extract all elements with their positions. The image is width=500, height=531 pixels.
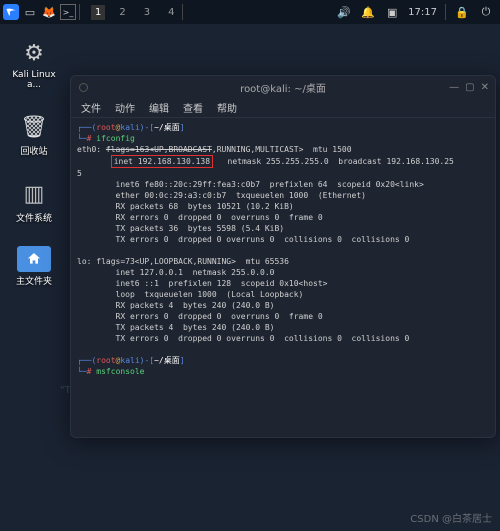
terminal-output[interactable]: ┌──(root@kali)-[~/桌面] └─# ifconfig eth0:… (71, 118, 495, 437)
terminal-title-text: root@kali: ~/桌面 (240, 80, 326, 95)
icon-label: 文件系统 (16, 211, 52, 224)
trash-icon: 🗑 (17, 112, 51, 142)
terminal-titlebar[interactable]: root@kali: ~/桌面 — ▢ ✕ (71, 76, 495, 98)
lock-icon[interactable]: 🔒 (454, 4, 470, 20)
desktop-filesystem[interactable]: ▥ 文件系统 (4, 179, 64, 224)
terminal-app-icon[interactable]: >_ (60, 4, 76, 20)
notification-icon[interactable]: 🔔 (360, 4, 376, 20)
kali-menu-icon[interactable] (3, 4, 19, 20)
terminal-menubar: 文件 动作 编辑 查看 帮助 (71, 98, 495, 118)
titlebar-left-icon (79, 83, 88, 92)
workspace-2[interactable]: 2 (115, 5, 129, 20)
firefox-icon[interactable]: 🦊 (41, 4, 57, 20)
volume-icon[interactable]: 🔊 (336, 4, 352, 20)
icon-label: Kali Linux a... (4, 70, 64, 90)
desktop-trash[interactable]: 🗑 回收站 (4, 112, 64, 157)
watermark: CSDN @白茶居士 (410, 510, 492, 525)
close-icon[interactable]: ✕ (481, 82, 489, 93)
disk-icon: ▥ (17, 179, 51, 209)
icon-label: 主文件夹 (16, 274, 52, 287)
clock[interactable]: 17:17 (408, 7, 437, 18)
menu-file[interactable]: 文件 (81, 100, 101, 115)
menu-help[interactable]: 帮助 (217, 100, 237, 115)
workspace-3[interactable]: 3 (140, 5, 154, 20)
terminal-window[interactable]: root@kali: ~/桌面 — ▢ ✕ 文件 动作 编辑 查看 帮助 ┌──… (70, 75, 496, 438)
desktop-kali-app[interactable]: ⚙ Kali Linux a... (4, 38, 64, 90)
menu-actions[interactable]: 动作 (115, 100, 135, 115)
minimize-icon[interactable]: — (449, 82, 459, 93)
menu-edit[interactable]: 编辑 (149, 100, 169, 115)
gear-icon: ⚙ (17, 38, 51, 68)
menu-view[interactable]: 查看 (183, 100, 203, 115)
home-folder-icon (17, 246, 51, 272)
desktop-icons: ⚙ Kali Linux a... 🗑 回收站 ▥ 文件系统 主文件夹 (4, 38, 64, 309)
workspace-1[interactable]: 1 (91, 5, 105, 20)
power-icon[interactable]: ⏻ (478, 4, 494, 20)
taskbar: ▭ 🦊 >_ 1 2 3 4 🔊 🔔 ▣ 17:17 🔒 ⏻ (0, 0, 500, 24)
highlighted-ip: inet 192.168.130.138 (111, 155, 213, 168)
icon-label: 回收站 (20, 144, 47, 157)
workspace-4[interactable]: 4 (164, 5, 178, 20)
folder-app-icon[interactable]: ▭ (22, 4, 38, 20)
desktop-home-folder[interactable]: 主文件夹 (4, 246, 64, 287)
workspace-switcher: 1 2 3 4 (91, 5, 179, 20)
maximize-icon[interactable]: ▢ (465, 82, 474, 93)
network-icon[interactable]: ▣ (384, 4, 400, 20)
